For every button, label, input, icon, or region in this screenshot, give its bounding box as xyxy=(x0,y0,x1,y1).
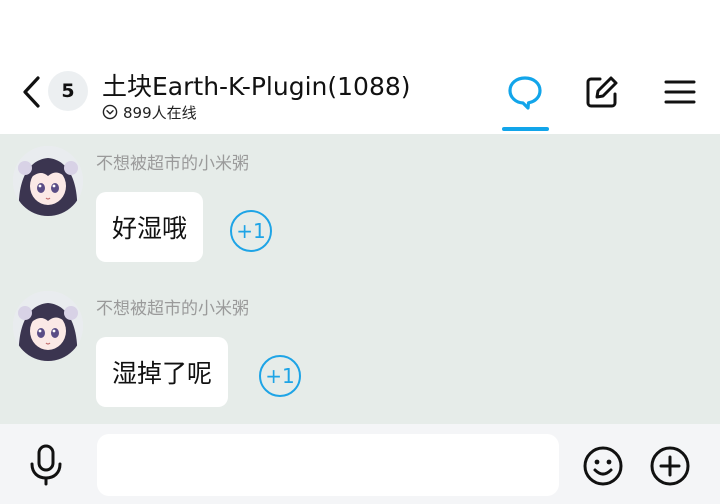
edit-button[interactable] xyxy=(584,74,620,110)
hamburger-menu-icon xyxy=(664,80,696,104)
chat-tab[interactable] xyxy=(507,74,543,110)
sender-name[interactable]: 不想被超市的小米粥 xyxy=(96,149,249,174)
emoji-icon xyxy=(583,446,623,486)
plus-circle-icon xyxy=(650,446,690,486)
avatar[interactable] xyxy=(13,291,83,361)
menu-button[interactable] xyxy=(662,74,698,110)
chat-bubble-icon xyxy=(508,76,542,110)
sender-name[interactable]: 不想被超市的小米粥 xyxy=(96,294,249,319)
message-bubble[interactable]: 湿掉了呢 xyxy=(96,337,229,407)
anime-girl-avatar-icon xyxy=(13,291,83,361)
edit-icon xyxy=(586,76,618,108)
input-bar xyxy=(0,424,720,504)
online-count-text: 899人在线 xyxy=(123,103,197,122)
back-button[interactable] xyxy=(18,74,48,110)
microphone-icon xyxy=(30,444,62,486)
status-bar-area xyxy=(0,0,720,58)
voice-button[interactable] xyxy=(26,444,66,486)
online-status[interactable]: 899人在线 xyxy=(102,102,197,122)
more-options-button[interactable] xyxy=(649,445,691,487)
back-chevron-icon xyxy=(23,76,40,108)
group-title[interactable]: 土块Earth-K-Plugin(1088) xyxy=(102,67,411,103)
plus-one-button[interactable]: +1 xyxy=(230,210,272,252)
message-item: 不想被超市的小米粥 湿掉了呢 +1 xyxy=(0,279,720,419)
avatar[interactable] xyxy=(13,146,83,216)
anime-girl-avatar-icon xyxy=(13,146,83,216)
message-input[interactable] xyxy=(97,434,559,496)
message-bubble[interactable]: 好湿哦 xyxy=(96,192,204,262)
online-status-icon xyxy=(102,104,118,120)
plus-one-button[interactable]: +1 xyxy=(259,355,301,397)
message-item: 不想被超市的小米粥 好湿哦 +1 xyxy=(0,134,720,274)
message-list[interactable]: 不想被超市的小米粥 好湿哦 +1 不想被超市的小米粥 湿掉了呢 +1 xyxy=(0,134,720,424)
active-tab-indicator xyxy=(502,127,549,131)
emoji-button[interactable] xyxy=(582,445,624,487)
chat-header: 5 土块Earth-K-Plugin(1088) 899人在线 xyxy=(0,58,720,134)
unread-count-badge[interactable]: 5 xyxy=(48,71,88,111)
